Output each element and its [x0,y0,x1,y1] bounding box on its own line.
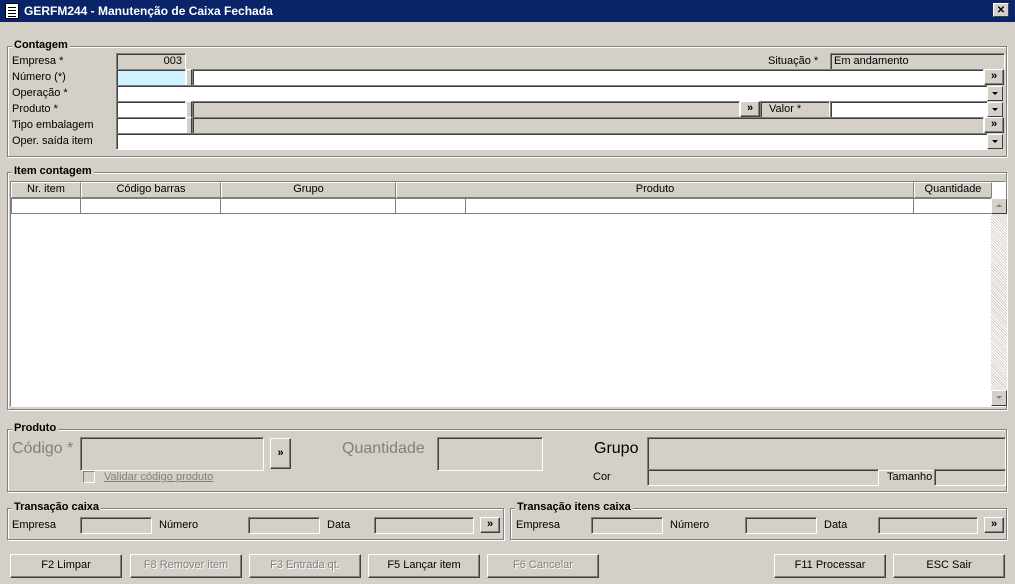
produto-group-title: Produto [12,422,59,434]
valor-select[interactable] [830,101,988,118]
numero-description-field[interactable] [192,69,984,86]
double-chevron-right-icon: » [277,447,284,459]
codigo-lookup-button[interactable]: » [270,438,291,469]
double-chevron-right-icon: » [746,102,754,114]
tc-empresa-label: Empresa [12,519,57,531]
quantidade-label: Quantidade [342,440,425,457]
title-bar: GERFM244 - Manutenção de Caixa Fechada ✕ [0,0,1015,22]
empresa-label: Empresa * [12,55,64,67]
numero-lookup-button[interactable]: » [984,69,1004,85]
column-header-produto[interactable]: Produto [396,182,914,198]
valor-label: Valor * [769,103,802,115]
tc-data-label: Data [327,519,351,531]
produto-description-field [192,101,740,118]
table-row-cell[interactable] [466,198,914,214]
empresa-field[interactable]: 003 [116,53,186,70]
remover-item-button[interactable]: F8 Remover item [130,554,242,578]
transacao-caixa-group-title: Transação caixa [12,501,102,513]
oper-saida-select[interactable] [116,133,988,150]
item-contagem-grid[interactable]: Nr. item Código barras Grupo Produto Qua… [10,181,1007,407]
tipo-embalagem-label: Tipo embalagem [12,119,94,131]
produto-label: Produto * [12,103,58,115]
entrada-qt-button[interactable]: F3 Entrada qt. [249,554,361,578]
double-chevron-right-icon: » [990,518,998,530]
tc-lookup-button[interactable]: » [480,517,500,533]
scroll-down-icon[interactable] [991,390,1007,406]
tic-lookup-button[interactable]: » [984,517,1004,533]
tic-data-label: Data [824,519,848,531]
limpar-button[interactable]: F2 Limpar [10,554,122,578]
chevron-down-icon[interactable] [987,134,1003,149]
codigo-label: Código * [12,440,74,457]
table-row-cell[interactable] [11,198,81,214]
grupo-field [647,437,1006,471]
cor-label: Cor [593,471,611,483]
tc-data-field [374,517,474,534]
operacao-select[interactable] [116,85,988,102]
validar-codigo-checkbox[interactable] [83,471,95,483]
lancar-item-button[interactable]: F5 Lançar item [368,554,480,578]
chevron-down-icon[interactable] [987,102,1003,117]
scroll-up-icon[interactable] [991,198,1007,214]
situacao-label: Situação * [768,55,819,67]
grid-vertical-scrollbar[interactable] [991,198,1007,406]
cor-field [647,469,879,486]
tc-empresa-field [80,517,152,534]
tic-numero-field [745,517,817,534]
tipo-embalagem-description-field [192,117,984,134]
item-contagem-group-title: Item contagem [12,165,94,177]
produto-code-field[interactable] [116,101,186,118]
tic-data-field [878,517,978,534]
codigo-field [80,437,264,471]
grupo-label: Grupo [594,440,639,457]
cancelar-button[interactable]: F6 Cancelar [487,554,599,578]
validar-codigo-label[interactable]: Validar código produto [104,471,213,483]
contagem-group-title: Contagem [12,39,70,51]
column-header-quantidade[interactable]: Quantidade [914,182,992,198]
tc-numero-label: Número [159,519,199,531]
valor-label-box: Valor * [760,101,830,118]
table-row-cell[interactable] [81,198,221,214]
produto-lookup-button[interactable]: » [740,101,760,117]
double-chevron-right-icon: » [486,518,494,530]
sair-button[interactable]: ESC Sair [893,554,1005,578]
tamanho-field [934,469,1006,486]
tic-empresa-field [591,517,663,534]
double-chevron-right-icon: » [990,118,998,130]
tipo-embalagem-lookup-button[interactable]: » [984,117,1004,133]
processar-button[interactable]: F11 Processar [774,554,886,578]
tic-numero-label: Número [670,519,710,531]
tc-numero-field [248,517,320,534]
table-row-cell[interactable] [396,198,466,214]
transacao-itens-caixa-group-title: Transação itens caixa [515,501,633,513]
column-header-grupo[interactable]: Grupo [221,182,396,198]
window-title: GERFM244 - Manutenção de Caixa Fechada [24,4,273,18]
situacao-field: Em andamento [830,53,1005,70]
oper-saida-label: Oper. saída item [12,135,93,147]
tamanho-label: Tamanho [887,471,933,483]
close-icon: ✕ [996,5,1006,16]
close-button[interactable]: ✕ [993,3,1009,17]
table-row-cell[interactable] [221,198,396,214]
table-row-cell[interactable] [914,198,992,214]
column-header-codigo-barras[interactable]: Código barras [81,182,221,198]
operacao-label: Operação * [12,87,68,99]
quantidade-field [437,437,543,471]
numero-label: Número (*) [12,71,66,83]
document-icon [5,3,19,19]
tic-empresa-label: Empresa [516,519,561,531]
column-header-nr-item[interactable]: Nr. item [11,182,81,198]
chevron-down-icon[interactable] [987,86,1003,101]
numero-field[interactable] [116,69,186,86]
double-chevron-right-icon: » [990,70,998,82]
tipo-embalagem-field[interactable] [116,117,186,134]
